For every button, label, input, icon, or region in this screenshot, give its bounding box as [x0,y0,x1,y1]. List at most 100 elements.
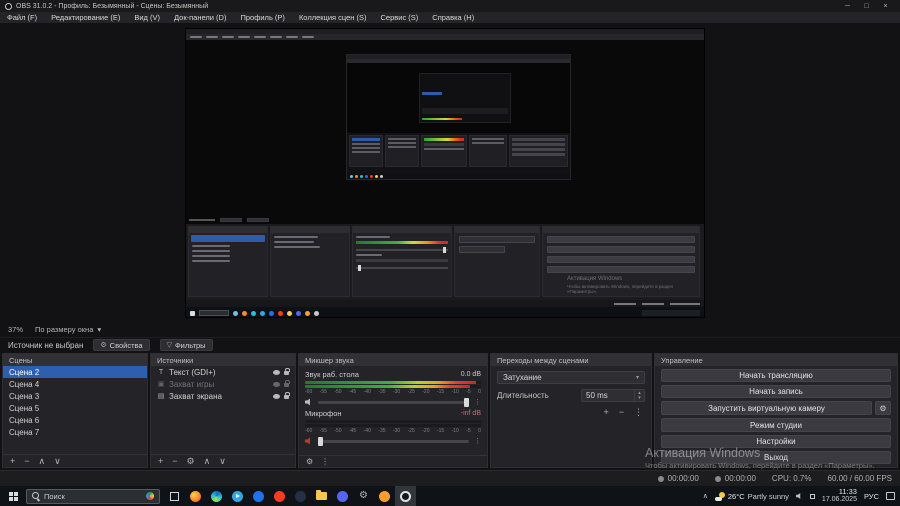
start-virtual-camera-button[interactable]: Запустить виртуальную камеру [661,401,872,416]
captured-nested-window [346,54,571,180]
preview-zoom-row: 37% По размеру окна ▾ [0,323,109,336]
muted-speaker-icon[interactable] [305,437,310,445]
studio-mode-button[interactable]: Режим студии [661,418,891,432]
taskbar-app-firefox[interactable] [185,486,206,506]
taskbar-app-explorer[interactable] [311,486,332,506]
source-item-text[interactable]: T Текст (GDI+) [151,366,295,378]
audio-level-meter [305,424,481,427]
search-highlights-icon [146,492,154,500]
taskbar-app-yandex[interactable] [269,486,290,506]
taskbar-app-mail[interactable] [248,486,269,506]
captured-sources-panel [270,226,350,297]
menu-bar: Файл (F) Редактирование (E) Вид (V) Док-… [0,12,900,23]
add-transition-button[interactable]: + [603,407,608,418]
taskbar-app-telegram[interactable] [227,486,248,506]
scene-item[interactable]: Сцена 7 [3,426,147,438]
scene-item[interactable]: Сцена 3 [3,390,147,402]
scene-item-selected[interactable]: Сцена 2 [3,366,147,378]
lock-icon[interactable] [284,392,290,399]
channel-name: Микрофон [305,409,342,418]
move-scene-up-button[interactable]: ∧ [39,456,46,467]
transition-options-icon[interactable]: ⋮ [634,407,643,418]
lock-icon[interactable] [284,380,290,387]
source-item-screen-capture[interactable]: ▤ Захват экрана [151,390,295,402]
channel-options-icon[interactable]: ⋮ [474,437,481,445]
lock-icon[interactable] [284,368,290,375]
sources-list: T Текст (GDI+) ▣ Захват игры ▤ Захват эк… [151,366,295,453]
tray-expand-icon[interactable]: ∧ [703,492,708,500]
menu-scene-collection[interactable]: Коллекция сцен (S) [292,12,374,23]
captured-status-bar [186,300,704,307]
source-properties-button[interactable]: ⚙ [187,456,195,467]
exit-button[interactable]: Выход [661,450,891,465]
title-bar: OBS 31.0.2 - Профиль: Безымянный - Сцены… [0,0,900,12]
tray-app-icon[interactable] [809,493,815,499]
duration-spinbox[interactable]: 50 ms ▴ ▾ [581,389,645,402]
add-scene-button[interactable]: + [10,456,15,466]
visibility-eye-icon[interactable] [273,369,280,375]
weather-widget[interactable]: 26°C Partly sunny [714,491,789,501]
speaker-icon[interactable] [305,398,310,406]
start-streaming-button[interactable]: Начать трансляцию [661,369,891,383]
scene-item[interactable]: Сцена 4 [3,378,147,390]
start-recording-button[interactable]: Начать запись [661,385,891,399]
taskbar-clock[interactable]: 11:33 17.06.2025 [822,488,857,504]
remove-scene-button[interactable]: − [24,456,29,466]
menu-edit[interactable]: Редактирование (E) [44,12,127,23]
taskbar-app-edge[interactable] [206,486,227,506]
start-button[interactable] [0,486,26,506]
taskbar-app-task-view[interactable] [164,486,185,506]
visibility-eye-icon[interactable] [273,381,280,387]
close-button[interactable]: × [876,0,895,12]
menu-view[interactable]: Вид (V) [127,12,167,23]
scene-item[interactable]: Сцена 6 [3,414,147,426]
menu-docks[interactable]: Док-панели (D) [167,12,233,23]
notification-center-icon[interactable] [886,492,895,500]
virtual-camera-settings-button[interactable]: ⚙ [875,401,891,416]
remove-transition-button[interactable]: − [619,407,624,418]
captured-nested-window-level3 [419,73,511,123]
taskbar-app-steam[interactable] [290,486,311,506]
preview-fit-mode-dropdown[interactable]: По размеру окна ▾ [35,325,101,334]
source-item-game-capture[interactable]: ▣ Захват игры [151,378,295,390]
maximize-button[interactable]: □ [857,0,876,12]
properties-button[interactable]: ⚙ Свойства [93,339,150,351]
taskbar-app-settings[interactable]: ⚙ [353,486,374,506]
move-scene-down-button[interactable]: ∨ [54,456,61,467]
language-indicator[interactable]: РУС [864,492,879,501]
scene-item[interactable]: Сцена 5 [3,402,147,414]
audio-level-meter [305,385,481,388]
transitions-toolbar: + − ⋮ [497,407,645,418]
taskbar-app-launcher[interactable] [374,486,395,506]
game-capture-icon: ▣ [157,381,165,388]
volume-tray-icon[interactable] [795,493,801,499]
move-source-up-button[interactable]: ∧ [204,456,211,467]
move-source-down-button[interactable]: ∨ [219,456,226,467]
channel-options-icon[interactable]: ⋮ [474,398,481,406]
preview-canvas[interactable]: Активация Windows Чтобы активировать Win… [185,28,705,318]
minimize-button[interactable]: ─ [838,0,857,12]
menu-profile[interactable]: Профиль (P) [233,12,291,23]
volume-slider-handle[interactable] [464,397,469,407]
visibility-eye-icon[interactable] [273,393,280,399]
mixer-settings-icon[interactable]: ⚙ [306,457,313,466]
taskbar-app-discord[interactable] [332,486,353,506]
menu-help[interactable]: Справка (H) [425,12,481,23]
volume-slider[interactable] [318,436,469,446]
add-source-button[interactable]: + [158,456,163,466]
mixer-channel-desktop-audio: Звук раб. стола 0.0 dB -60 -55 -50 -45 -40 -3… [305,370,481,407]
settings-button[interactable]: Настройки [661,434,891,448]
volume-slider-handle[interactable] [318,436,323,446]
screen-capture-icon: ▤ [157,393,165,400]
transition-type-select[interactable]: Затухание ▾ [497,371,645,384]
filters-button[interactable]: ▽ Фильтры [159,339,213,351]
spinbox-arrows[interactable]: ▴ ▾ [634,390,644,401]
volume-slider[interactable] [318,397,469,407]
folder-icon [316,490,327,500]
mixer-options-icon[interactable]: ⋮ [321,457,329,466]
taskbar-search-box[interactable]: Поиск [26,488,160,504]
menu-tools[interactable]: Сервис (S) [374,12,426,23]
remove-source-button[interactable]: − [172,456,177,466]
taskbar-app-obs-active[interactable] [395,486,416,506]
menu-file[interactable]: Файл (F) [0,12,44,23]
